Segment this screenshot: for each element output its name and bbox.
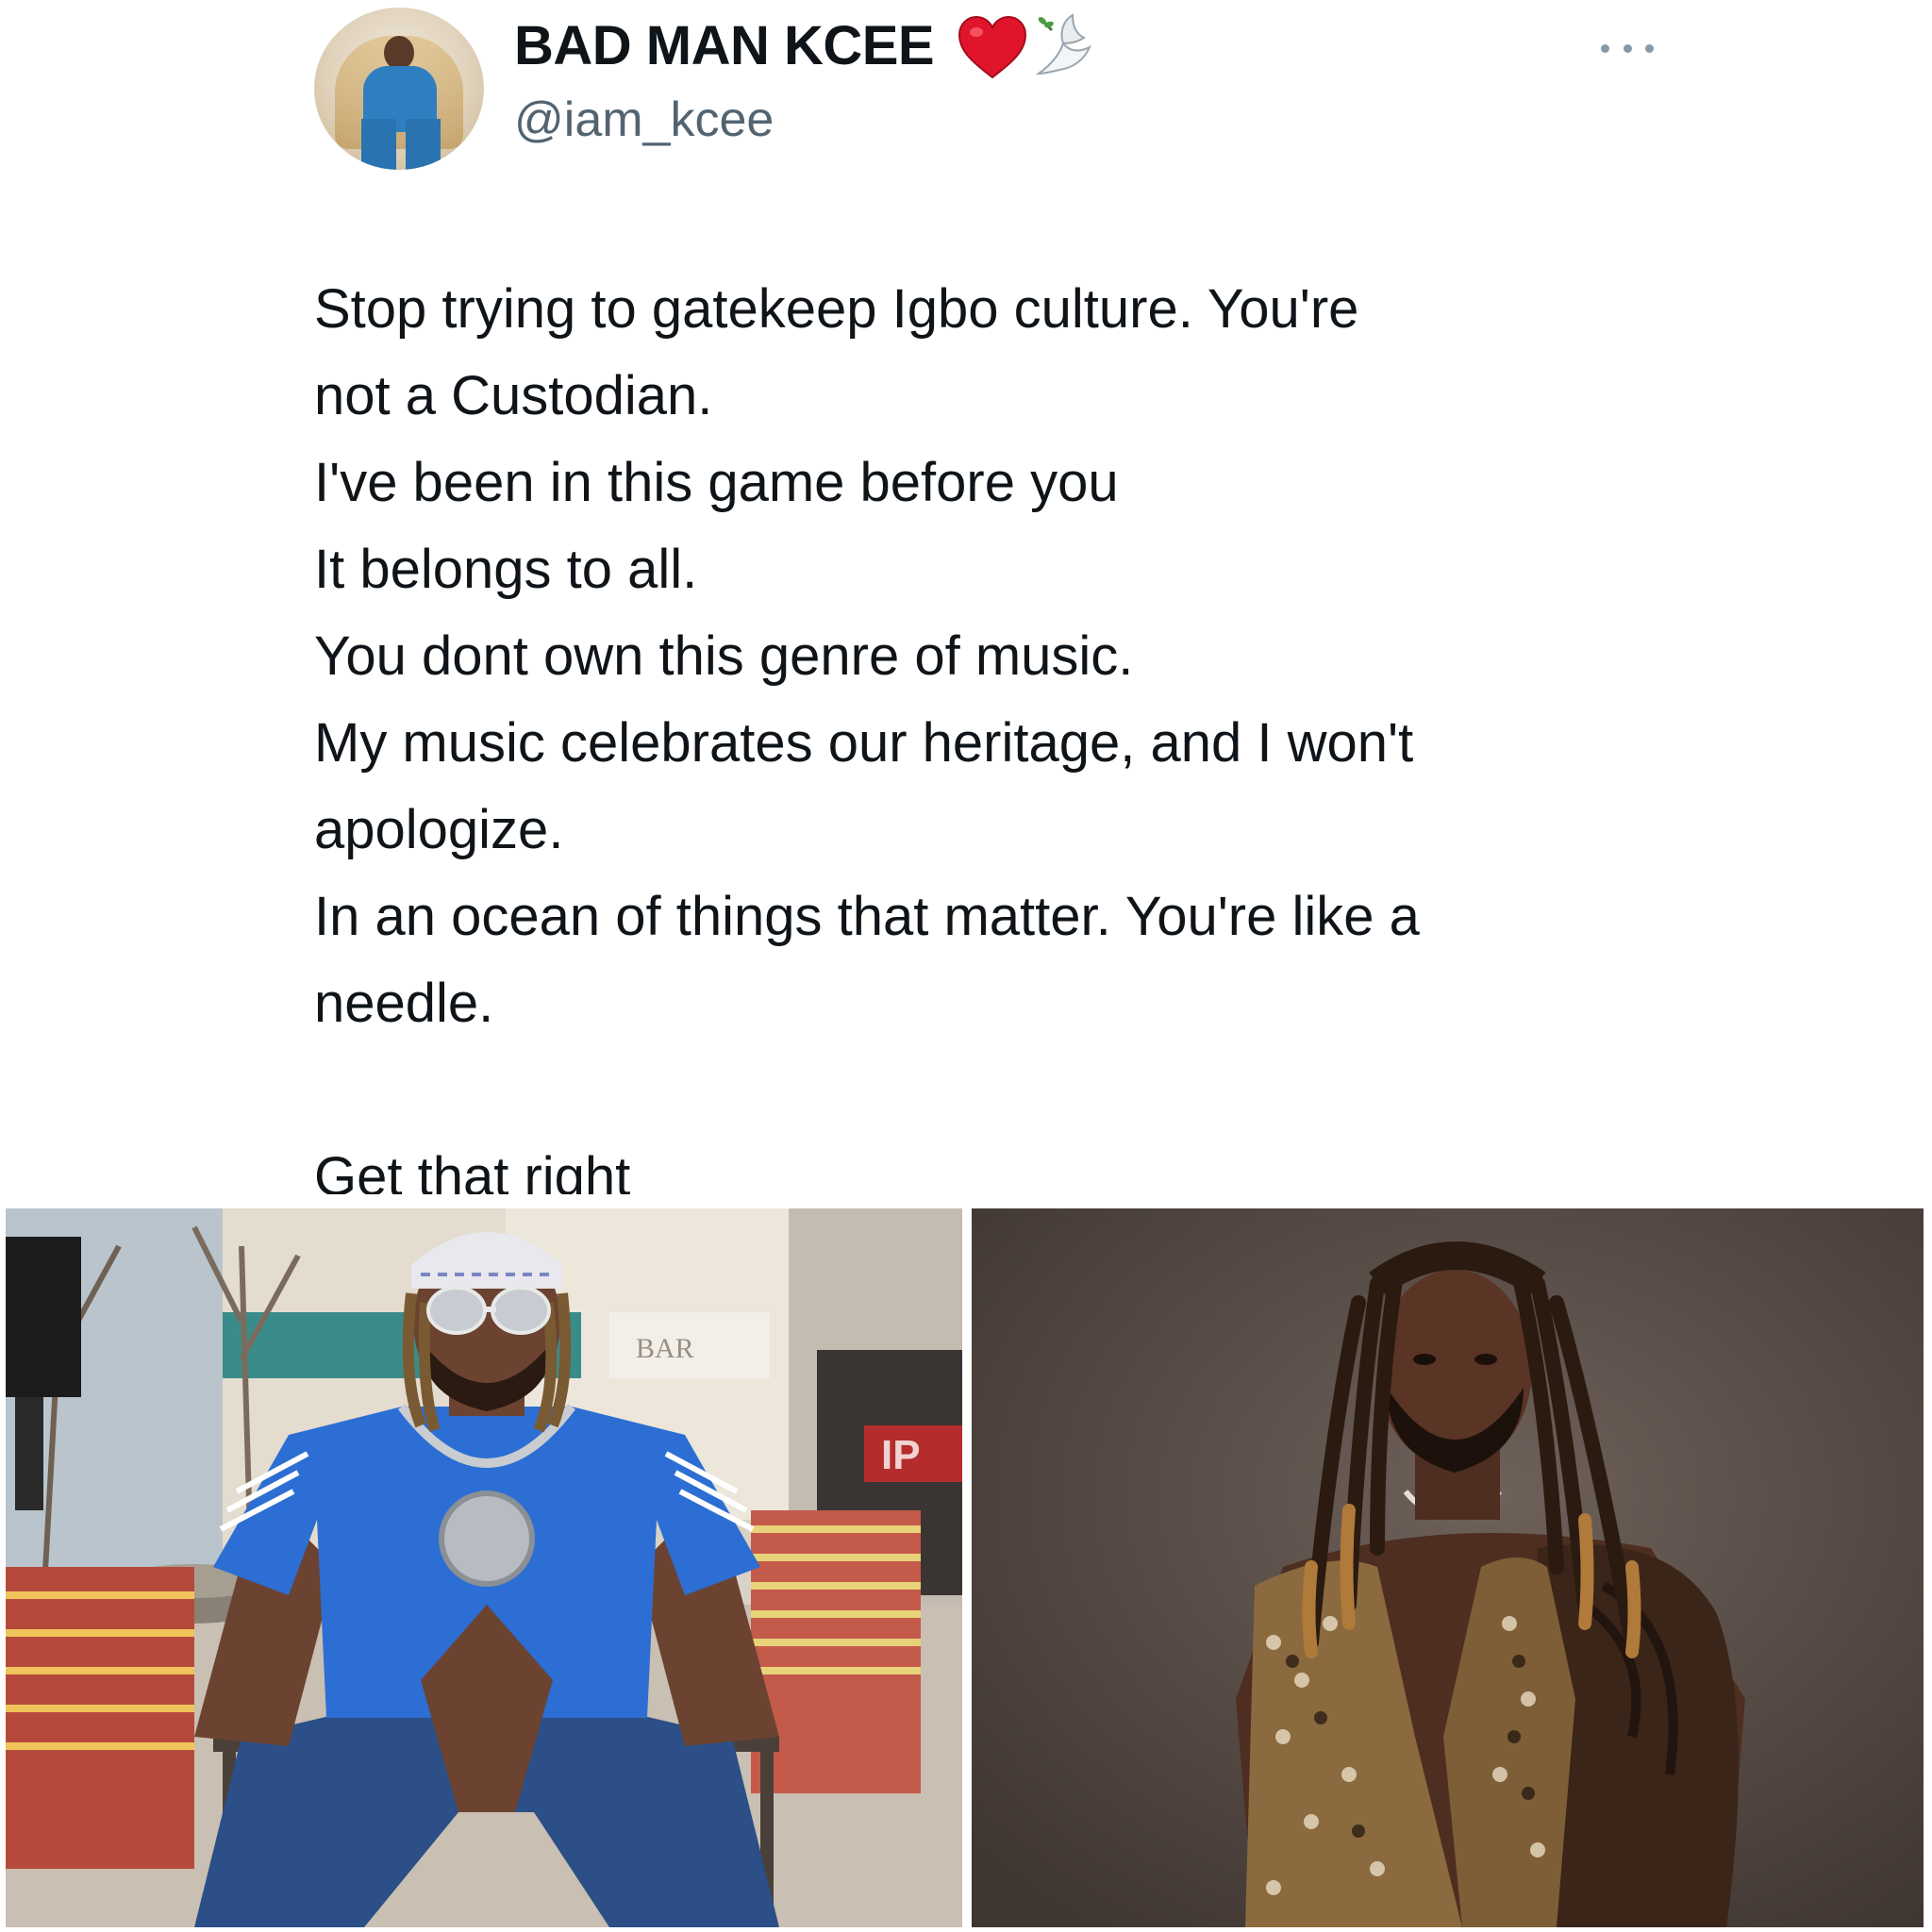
tweet-photo-left[interactable]: BAR IP xyxy=(6,1208,962,1927)
more-dot xyxy=(1645,43,1654,53)
tweet-text-line: My music celebrates our heritage, and I … xyxy=(314,712,1414,774)
tweet-text-line: Stop trying to gatekeep Igbo culture. Yo… xyxy=(314,278,1359,340)
photo-left-illustration: BAR IP xyxy=(6,1208,962,1927)
tweet-text-line: not a Custodian. xyxy=(314,365,713,426)
author-handle[interactable]: @iam_kcee xyxy=(514,91,774,149)
store-sign-text: IP xyxy=(881,1432,921,1478)
avatar-person-legs xyxy=(361,119,441,170)
tweet-text-line: I've been in this game before you xyxy=(314,452,1119,513)
author-display-name[interactable]: BAD MAN KCEE xyxy=(514,13,935,79)
tweet-text-line: In an ocean of things that matter. You'r… xyxy=(314,886,1420,947)
tweet-card: BAD MAN KCEE @iam_kcee Stop trying to ga… xyxy=(0,0,1932,1932)
photo-right-illustration xyxy=(972,1208,1924,1927)
tweet-text-line: apologize. xyxy=(314,799,564,860)
tweet-text: Stop trying to gatekeep Igbo culture. Yo… xyxy=(314,266,1729,1194)
more-dot xyxy=(1623,43,1632,53)
more-dot xyxy=(1601,43,1609,53)
author-avatar[interactable] xyxy=(314,8,484,170)
dove-icon xyxy=(1035,13,1091,75)
tweet-text-line: Get that right xyxy=(314,1146,631,1194)
bar-sign-text: BAR xyxy=(636,1333,694,1364)
tweet-text-line: needle. xyxy=(314,973,494,1034)
avatar-person-head xyxy=(384,36,414,70)
heart-icon xyxy=(958,15,1027,79)
tweet-text-line: It belongs to all. xyxy=(314,539,698,600)
tweet-photo-right[interactable] xyxy=(972,1208,1924,1927)
tweet-text-line: You dont own this genre of music. xyxy=(314,625,1134,687)
more-options-icon[interactable] xyxy=(1601,42,1654,55)
